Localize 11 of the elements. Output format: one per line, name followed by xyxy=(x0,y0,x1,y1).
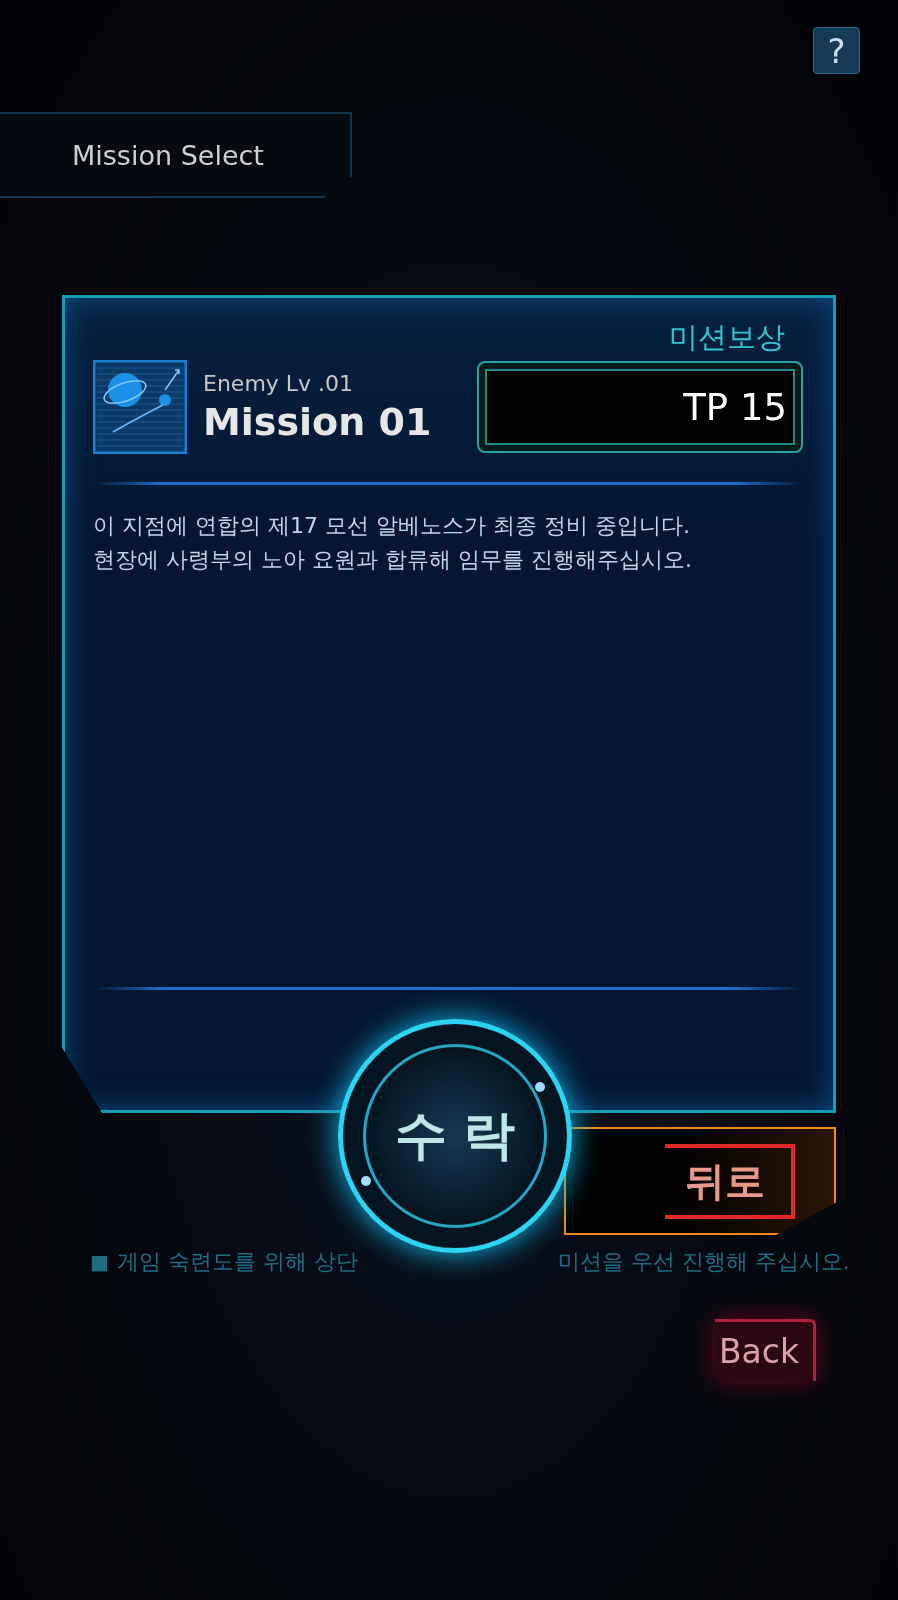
planet-map-icon xyxy=(93,360,187,454)
square-bullet-icon: ■ xyxy=(90,1250,109,1274)
reward-label: 미션보상 xyxy=(668,319,786,356)
help-button[interactable]: ? xyxy=(813,27,860,74)
reward-value-box: TP 15 xyxy=(477,361,803,453)
back-link-button[interactable]: Back xyxy=(714,1319,816,1381)
mission-description: 이 지점에 연합의 제17 모선 알베노스가 최종 정비 중입니다. xyxy=(93,512,691,540)
enemy-level: Enemy Lv .01 xyxy=(203,370,355,396)
mission-description: 현장에 사령부의 노아 요원과 합류해 임무를 진행해주십시오. xyxy=(93,546,693,574)
mission-name: Mission 01 xyxy=(203,399,433,444)
back-button[interactable]: 뒤로 xyxy=(564,1127,836,1235)
